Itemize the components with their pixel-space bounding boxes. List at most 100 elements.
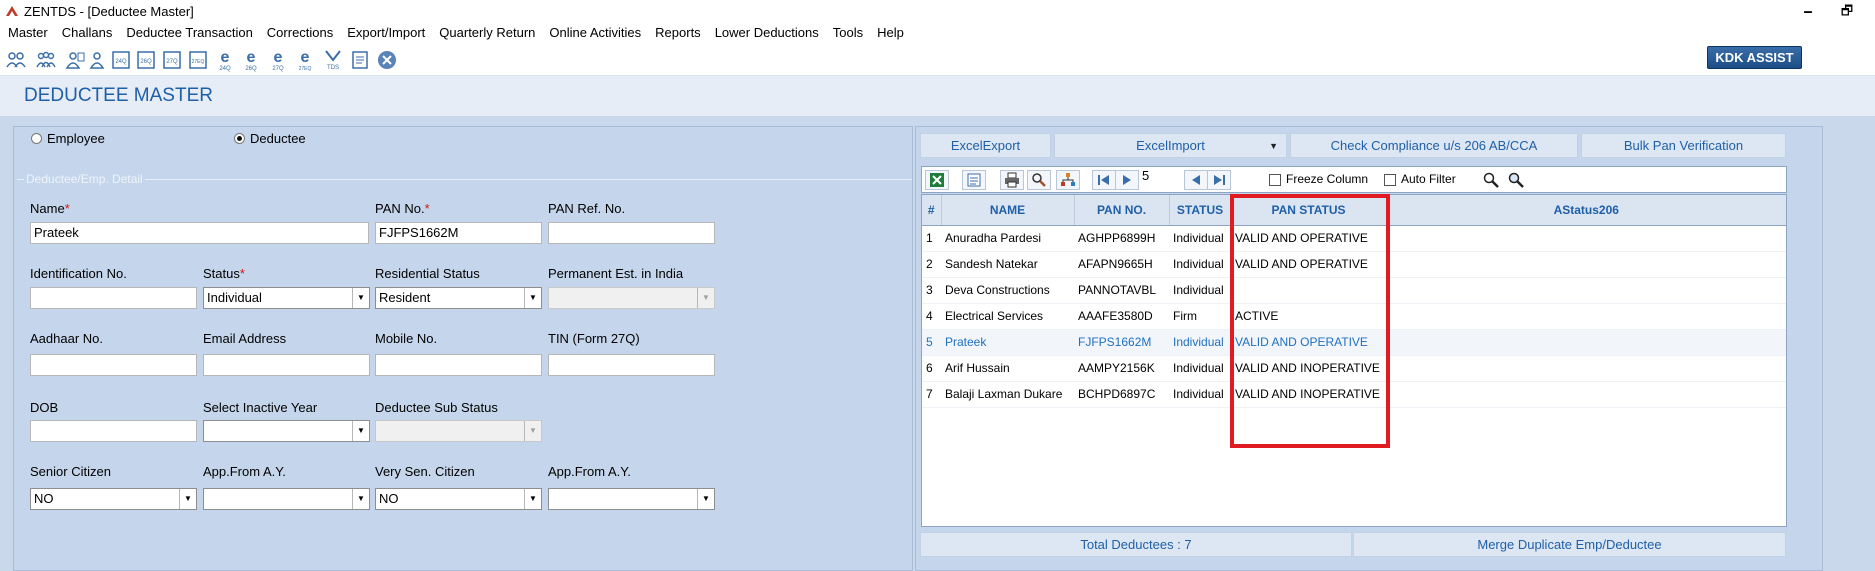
excel-export-button[interactable]: ExcelExport — [920, 133, 1051, 158]
restore-button[interactable]: 🗗 — [1837, 2, 1857, 20]
chevron-down-icon[interactable]: ▼ — [352, 288, 369, 308]
cell-status: Firm — [1169, 303, 1231, 330]
next-page-icon[interactable] — [1115, 170, 1139, 190]
kdk-assist-button[interactable]: KDK ASSIST — [1707, 46, 1802, 69]
cell-astatus206 — [1386, 225, 1786, 252]
group-icon[interactable] — [35, 48, 57, 72]
radio-deductee-circle[interactable] — [234, 133, 245, 144]
status-select-value: Individual — [207, 290, 262, 305]
chevron-down-icon[interactable]: ▼ — [352, 489, 369, 509]
form-24q-icon[interactable]: 24Q — [110, 48, 132, 72]
senior-select[interactable]: NO ▼ — [30, 488, 197, 510]
freeze-column-checkbox[interactable] — [1269, 173, 1281, 186]
table-row[interactable]: 7 Balaji Laxman Dukare BCHPD6897C Indivi… — [922, 381, 1786, 408]
auto-filter-toggle[interactable]: Auto Filter — [1384, 172, 1456, 186]
find-next-icon[interactable] — [1506, 169, 1526, 191]
form-26q-icon[interactable]: 26Q — [135, 48, 157, 72]
prev-page-icon[interactable] — [1184, 170, 1208, 190]
first-page-icon[interactable] — [1092, 170, 1116, 190]
menu-master[interactable]: Master — [8, 25, 48, 40]
dob-input[interactable] — [30, 420, 197, 442]
pan-ref-label: PAN Ref. No. — [548, 201, 626, 216]
table-row[interactable]: 6 Arif Hussain AAMPY2156K Individual VAL… — [922, 355, 1786, 382]
menu-quarterly-return[interactable]: Quarterly Return — [439, 25, 535, 40]
tin-input[interactable] — [548, 354, 715, 376]
chevron-down-icon[interactable]: ▼ — [179, 489, 196, 509]
menu-lower-deductions[interactable]: Lower Deductions — [715, 25, 819, 40]
e-26q-icon[interactable]: e 26Q — [240, 48, 262, 72]
chevron-down-icon[interactable]: ▼ — [524, 288, 541, 308]
e-27eq-icon[interactable]: e 27EQ — [294, 48, 316, 72]
menu-online-activities[interactable]: Online Activities — [549, 25, 641, 40]
column-header-pan[interactable]: PAN NO. — [1074, 195, 1170, 226]
chevron-down-icon[interactable]: ▼ — [524, 489, 541, 509]
identification-input[interactable] — [30, 287, 197, 309]
app-from-select-1[interactable]: ▼ — [203, 488, 370, 510]
form-27eq-icon[interactable]: 27EQ — [187, 48, 209, 72]
pan-input[interactable]: FJFPS1662M — [375, 222, 542, 244]
chevron-down-icon[interactable]: ▼ — [352, 421, 369, 441]
table-row[interactable]: 1 Anuradha Pardesi AGHPP6899H Individual… — [922, 225, 1786, 252]
table-row-selected[interactable]: 5 Prateek FJFPS1662M Individual VALID AN… — [922, 329, 1786, 356]
excel-import-button[interactable]: ExcelImport ▼ — [1054, 133, 1287, 158]
cell-pan: AGHPP6899H — [1074, 225, 1169, 252]
chevron-down-icon[interactable]: ▼ — [697, 489, 714, 509]
radio-deductee[interactable]: Deductee — [234, 131, 306, 146]
menu-challans[interactable]: Challans — [62, 25, 113, 40]
auto-filter-checkbox[interactable] — [1384, 173, 1396, 186]
e-24q-icon[interactable]: e 24Q — [214, 48, 236, 72]
menu-export-import[interactable]: Export/Import — [347, 25, 425, 40]
menu-help[interactable]: Help — [877, 25, 904, 40]
menu-reports[interactable]: Reports — [655, 25, 701, 40]
minimize-button[interactable]: 🗕 — [1798, 2, 1818, 20]
cell-pan-status: VALID AND INOPERATIVE — [1231, 355, 1386, 382]
cell-pan-status: VALID AND INOPERATIVE — [1231, 381, 1386, 408]
cell-astatus206 — [1386, 381, 1786, 408]
page-number-field[interactable]: 5 — [1142, 168, 1182, 183]
table-row[interactable]: 3 Deva Constructions PANNOTAVBL Individu… — [922, 277, 1786, 304]
person-add-icon[interactable] — [88, 48, 110, 72]
table-row[interactable]: 4 Electrical Services AAAFE3580D Firm AC… — [922, 303, 1786, 330]
tds-icon[interactable]: TDS — [322, 48, 344, 72]
bulk-pan-verification-button[interactable]: Bulk Pan Verification — [1581, 133, 1786, 158]
inactive-year-select[interactable]: ▼ — [203, 420, 370, 442]
person-icon[interactable] — [64, 48, 86, 72]
window-title: ZENTDS - [Deductee Master] — [24, 3, 194, 19]
freeze-column-toggle[interactable]: Freeze Column — [1269, 172, 1368, 186]
e-27q-icon[interactable]: e 27Q — [267, 48, 289, 72]
email-input[interactable] — [203, 354, 370, 376]
aadhaar-input[interactable] — [30, 354, 197, 376]
column-header-status[interactable]: STATUS — [1169, 195, 1232, 226]
residential-select[interactable]: Resident ▼ — [375, 287, 542, 309]
column-header-astatus206[interactable]: AStatus206 — [1386, 195, 1786, 226]
hierarchy-icon[interactable] — [1056, 170, 1080, 190]
last-page-icon[interactable] — [1207, 170, 1231, 190]
radio-employee-circle[interactable] — [31, 133, 42, 144]
merge-duplicate-button[interactable]: Merge Duplicate Emp/Deductee — [1353, 532, 1786, 557]
radio-employee[interactable]: Employee — [31, 131, 105, 146]
pan-ref-input[interactable] — [548, 222, 715, 244]
csv-icon[interactable] — [962, 170, 986, 190]
check-compliance-button[interactable]: Check Compliance u/s 206 AB/CCA — [1290, 133, 1578, 158]
table-row[interactable]: 2 Sandesh Natekar AFAPN9665H Individual … — [922, 251, 1786, 278]
column-header-name[interactable]: NAME — [941, 195, 1075, 226]
column-header-pan-status[interactable]: PAN STATUS — [1231, 195, 1387, 226]
form-27q-icon[interactable]: 27Q — [161, 48, 183, 72]
column-header-index[interactable]: # — [922, 195, 942, 226]
document-icon[interactable] — [349, 48, 371, 72]
chevron-down-icon[interactable]: ▼ — [1269, 141, 1278, 151]
app-from-select-2[interactable]: ▼ — [548, 488, 715, 510]
excel-icon[interactable] — [925, 170, 949, 190]
status-select[interactable]: Individual ▼ — [203, 287, 370, 309]
menu-tools[interactable]: Tools — [833, 25, 863, 40]
close-icon[interactable] — [376, 48, 398, 72]
users-icon[interactable] — [5, 48, 27, 72]
mobile-input[interactable] — [375, 354, 542, 376]
name-input[interactable]: Prateek — [30, 222, 369, 244]
menu-corrections[interactable]: Corrections — [267, 25, 333, 40]
search-icon[interactable] — [1027, 170, 1051, 190]
very-senior-select[interactable]: NO ▼ — [375, 488, 542, 510]
find-icon[interactable] — [1481, 169, 1501, 191]
menu-deductee-transaction[interactable]: Deductee Transaction — [126, 25, 252, 40]
print-icon[interactable] — [1000, 170, 1024, 190]
